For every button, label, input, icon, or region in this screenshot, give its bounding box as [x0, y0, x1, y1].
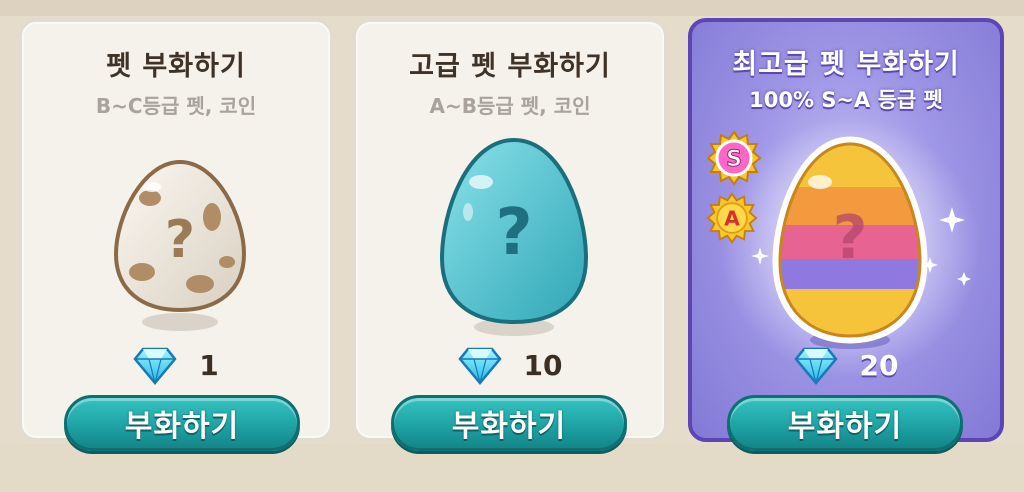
hatch-card-premium: 최고급 펫 부화하기 100% S~A 등급 펫 ? S A 20 [688, 18, 1004, 442]
svg-text:S: S [726, 147, 742, 172]
s-grade-badge-icon: S [706, 130, 762, 186]
price-value: 10 [523, 348, 563, 382]
diamond-gem-icon [457, 347, 502, 385]
hatch-button-advanced[interactable]: 부화하기 [391, 395, 627, 451]
a-grade-badge-icon: A [706, 192, 758, 244]
diamond-gem-icon [793, 347, 838, 385]
price-row: 1 [22, 344, 330, 386]
price-row: 10 [356, 344, 664, 386]
hatch-button-premium[interactable]: 부화하기 [727, 395, 963, 451]
svg-text:?: ? [165, 210, 195, 270]
price-row: 20 [692, 344, 1000, 386]
hatch-card-advanced: 고급 펫 부화하기 A~B등급 펫, 코인 ? 10 [352, 18, 668, 442]
price-value: 20 [859, 348, 899, 382]
svg-text:?: ? [833, 203, 868, 273]
diamond-gem-icon [133, 347, 177, 385]
hatch-card-basic: 펫 부화하기 B~C등급 펫, 코인 ? 1 [18, 18, 334, 442]
svg-text:A: A [724, 206, 740, 230]
price-value: 1 [199, 348, 219, 382]
top-background [0, 0, 1024, 16]
hatch-button-basic[interactable]: 부화하기 [64, 395, 300, 451]
bottom-background [0, 444, 1024, 492]
svg-text:?: ? [495, 196, 532, 270]
